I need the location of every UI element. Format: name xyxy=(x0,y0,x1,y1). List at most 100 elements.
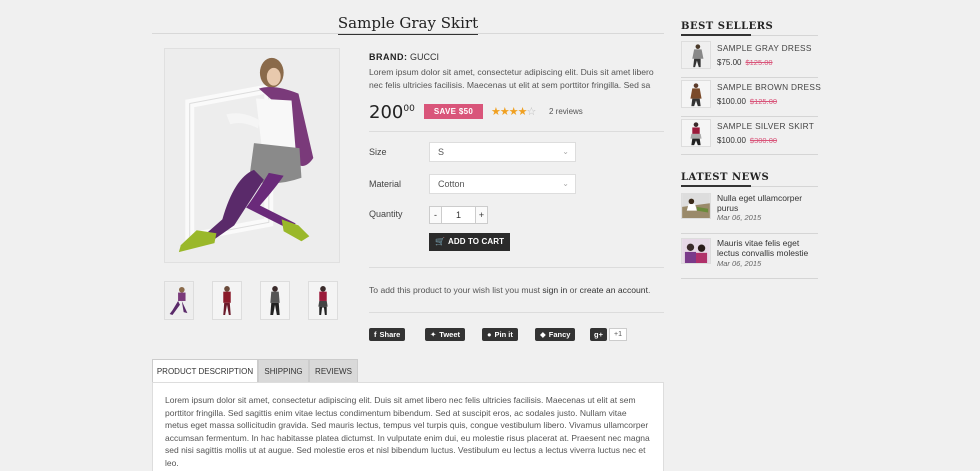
tweet-button[interactable]: ✦ Tweet xyxy=(425,328,465,341)
news-date: Mar 06, 2015 xyxy=(717,259,762,268)
price-current: $100.00 xyxy=(717,97,746,106)
create-account-link[interactable]: create an account xyxy=(580,285,648,295)
thumbnail-1[interactable] xyxy=(164,281,194,320)
brand-value: GUCCI xyxy=(410,52,440,62)
material-label: Material xyxy=(369,179,402,189)
quantity-increase-button[interactable]: + xyxy=(475,207,487,223)
price-current: $100.00 xyxy=(717,136,746,145)
twitter-icon: ✦ xyxy=(430,330,437,339)
best-seller-thumbnail[interactable] xyxy=(681,41,711,69)
latest-news-heading: LATEST NEWS xyxy=(681,172,770,183)
best-seller-thumbnail[interactable] xyxy=(681,80,711,108)
sidebar-divider xyxy=(681,278,818,279)
material-select[interactable]: Cotton ⌄ xyxy=(429,174,576,194)
product-title-wrap: Sample Gray Skirt xyxy=(152,14,664,35)
google-plus-icon: g+ xyxy=(594,330,603,339)
star-icon: ★ xyxy=(508,106,519,118)
news-title[interactable]: Mauris vitae felis eget lectus convallis… xyxy=(717,238,819,258)
thumbnail-strip xyxy=(164,281,344,321)
reviews-link[interactable]: 2 reviews xyxy=(549,107,583,116)
google-plus-button[interactable]: g+ xyxy=(590,328,607,341)
tab-product-description[interactable]: PRODUCT DESCRIPTION xyxy=(152,359,258,384)
brand-line: BRAND: GUCCI xyxy=(369,52,439,62)
sign-in-link[interactable]: sign in xyxy=(542,285,567,295)
add-to-cart-label: ADD TO CART xyxy=(448,237,505,246)
divider xyxy=(369,267,664,268)
cart-icon: 🛒 xyxy=(434,237,445,246)
pinterest-icon: ● xyxy=(487,330,492,339)
sidebar-divider xyxy=(681,77,818,78)
divider xyxy=(369,131,664,132)
price-old: $125.00 xyxy=(749,97,778,106)
news-thumbnail[interactable] xyxy=(681,238,711,264)
tab-reviews[interactable]: REVIEWS xyxy=(309,359,358,383)
quantity-stepper: - + xyxy=(429,206,488,224)
facebook-share-button[interactable]: f Share xyxy=(369,328,406,341)
sidebar-divider xyxy=(681,116,818,117)
facebook-icon: f xyxy=(374,330,377,339)
fancy-label: Fancy xyxy=(548,330,571,339)
short-description: Lorem ipsum dolor sit amet, consectetur … xyxy=(369,67,654,90)
wishlist-text: or xyxy=(567,285,580,295)
price-old: $125.00 xyxy=(745,58,773,67)
price-main: 200 xyxy=(369,102,404,123)
best-seller-thumbnail[interactable] xyxy=(681,119,711,147)
chevron-down-icon: ⌄ xyxy=(562,147,569,156)
news-date: Mar 06, 2015 xyxy=(717,213,762,222)
add-to-cart-button[interactable]: 🛒 ADD TO CART xyxy=(429,233,510,251)
pin-label: Pin it xyxy=(494,330,513,339)
news-item: Nulla eget ullamcorper purus Mar 06, 201… xyxy=(681,193,818,229)
price-current: $75.00 xyxy=(717,58,742,67)
product-description-panel: Lorem ipsum dolor sit amet, consectetur … xyxy=(152,382,664,471)
thumbnail-3[interactable] xyxy=(260,281,290,320)
brand-label: BRAND: xyxy=(369,52,408,62)
quantity-label: Quantity xyxy=(369,209,403,219)
tweet-label: Tweet xyxy=(439,330,460,339)
star-icon: ★ xyxy=(491,106,501,118)
fancy-button[interactable]: ◆ Fancy xyxy=(535,328,576,341)
title-divider xyxy=(152,33,664,34)
star-icon: ★ xyxy=(499,106,510,118)
quantity-decrease-button[interactable]: - xyxy=(430,207,442,223)
share-label: Share xyxy=(379,330,401,339)
material-select-value: Cotton xyxy=(438,179,465,189)
news-item: Mauris vitae felis eget lectus convallis… xyxy=(681,238,818,278)
best-seller-item: SAMPLE SILVER SKIRT $100.00 $300.00 xyxy=(681,119,818,153)
google-plus-count: +1 xyxy=(609,328,627,341)
price-old: $300.00 xyxy=(749,136,778,145)
star-icon: ☆ xyxy=(526,106,537,118)
thumbnail-4[interactable] xyxy=(308,281,338,320)
best-seller-name[interactable]: SAMPLE BROWN DRESS xyxy=(717,82,821,92)
product-main-image[interactable] xyxy=(164,48,340,263)
wishlist-notice: To add this product to your wish list yo… xyxy=(369,285,650,295)
best-seller-item: SAMPLE BROWN DRESS $100.00 $125.00 xyxy=(681,80,821,114)
sidebar-divider xyxy=(681,233,818,234)
save-badge: SAVE $50 xyxy=(424,104,483,119)
size-select[interactable]: S ⌄ xyxy=(429,142,576,162)
divider xyxy=(369,312,664,313)
sidebar-heading-underline xyxy=(681,34,751,36)
price: 20000 xyxy=(369,102,415,123)
best-seller-name[interactable]: SAMPLE SILVER SKIRT xyxy=(717,121,814,131)
tab-shipping[interactable]: SHIPPING xyxy=(258,359,309,383)
best-seller-price: $100.00 $300.00 xyxy=(717,136,777,145)
chevron-down-icon: ⌄ xyxy=(562,179,569,188)
news-thumbnail[interactable] xyxy=(681,193,711,219)
size-select-value: S xyxy=(438,147,445,157)
news-title[interactable]: Nulla eget ullamcorper purus xyxy=(717,193,819,213)
best-seller-name[interactable]: SAMPLE GRAY DRESS xyxy=(717,43,812,53)
fancy-icon: ◆ xyxy=(540,330,546,339)
pin-it-button[interactable]: ● Pin it xyxy=(482,328,518,341)
price-cents: 00 xyxy=(403,104,415,114)
wishlist-text: To add this product to your wish list yo… xyxy=(369,285,543,295)
thumbnail-2[interactable] xyxy=(212,281,242,320)
star-icon: ★ xyxy=(517,106,528,118)
best-seller-price: $100.00 $125.00 xyxy=(717,97,777,106)
quantity-input[interactable] xyxy=(442,207,475,223)
rating-stars[interactable]: ★★★★☆ xyxy=(491,105,537,118)
best-seller-item: SAMPLE GRAY DRESS $75.00 $125.00 xyxy=(681,41,818,75)
best-seller-price: $75.00 $125.00 xyxy=(717,58,773,67)
wishlist-text: . xyxy=(647,285,651,295)
size-label: Size xyxy=(369,147,387,157)
sidebar-heading-underline xyxy=(681,185,751,187)
